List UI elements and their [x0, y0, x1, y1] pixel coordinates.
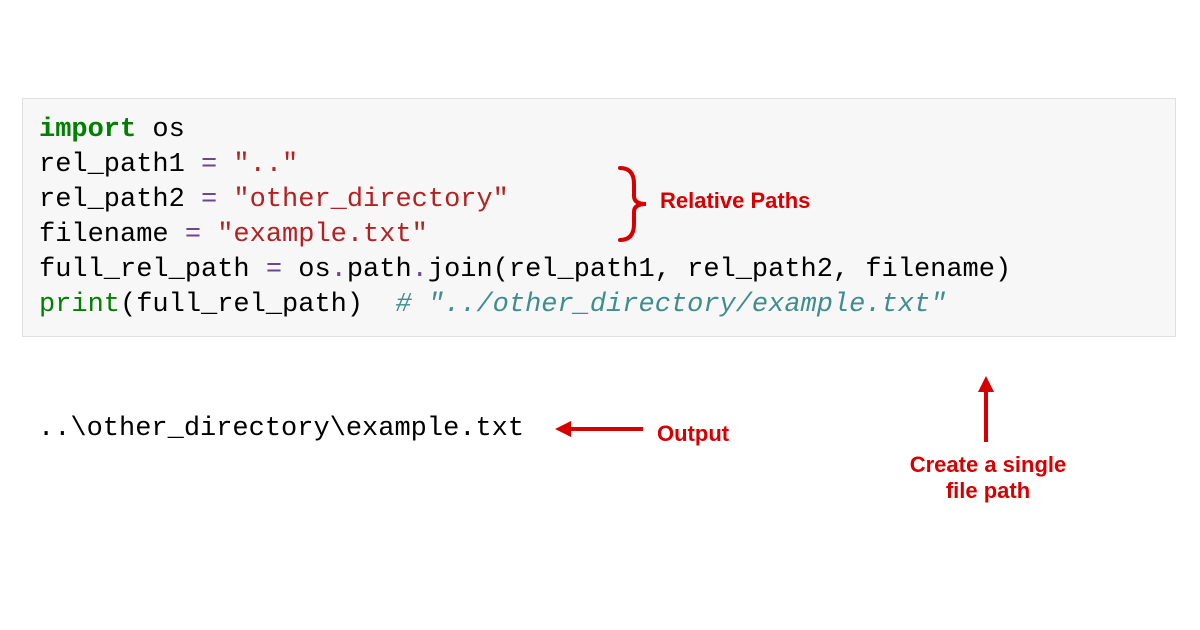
code-line-7: print(full_rel_path) # "../other_directo… [39, 288, 1159, 323]
var-rel-path2: rel_path2 [39, 185, 201, 215]
var-rel-path1: rel_path1 [39, 150, 201, 180]
op-assign-4: = [266, 255, 282, 285]
os-path-join: os.path.join(rel_path1, rel_path2, filen… [282, 255, 1011, 285]
code-line-1: import os [39, 113, 1159, 148]
builtin-print: print [39, 290, 120, 320]
module-os: os [136, 115, 185, 145]
arrow-up-icon [971, 376, 1001, 446]
op-assign-2: = [201, 185, 217, 215]
code-line-4: rel_path2 = "other_directory" [39, 183, 1159, 218]
arrow-left-icon [555, 414, 645, 444]
code-block: import os rel_path1 = ".." rel_path2 = "… [22, 98, 1176, 337]
str-other-dir: "other_directory" [217, 185, 509, 215]
brace-icon [616, 164, 656, 244]
str-dotdot: ".." [217, 150, 298, 180]
keyword-import: import [39, 115, 136, 145]
var-full-rel-path: full_rel_path [39, 255, 266, 285]
op-assign-3: = [185, 220, 201, 250]
comment-expected: # "../other_directory/example.txt" [395, 290, 946, 320]
annotation-relative-paths: Relative Paths [660, 188, 810, 214]
print-args: (full_rel_path) [120, 290, 395, 320]
annotation-single-file-path: Create a single file path [898, 452, 1078, 505]
code-line-6: full_rel_path = os.path.join(rel_path1, … [39, 253, 1159, 288]
op-assign-1: = [201, 150, 217, 180]
output-text: ..\other_directory\example.txt [38, 414, 524, 444]
var-filename: filename [39, 220, 185, 250]
str-example-txt: "example.txt" [201, 220, 428, 250]
code-line-3: rel_path1 = ".." [39, 148, 1159, 183]
code-line-5: filename = "example.txt" [39, 218, 1159, 253]
annotation-output: Output [657, 421, 729, 447]
